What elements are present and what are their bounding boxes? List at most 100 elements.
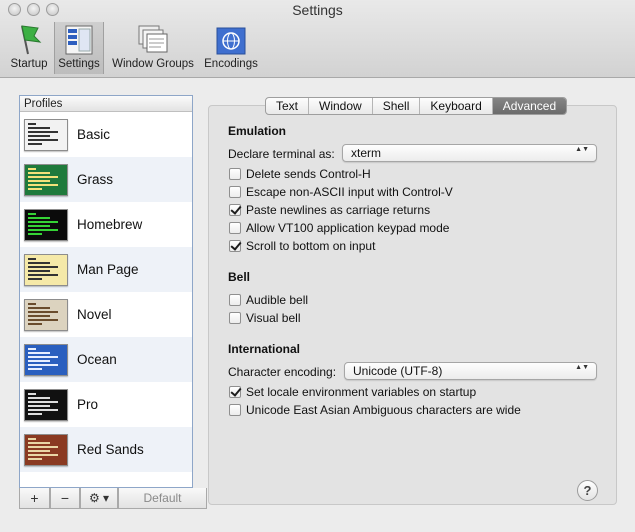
east-asian-wide-option[interactable]: Unicode East Asian Ambiguous characters … xyxy=(229,403,521,417)
profiles-list[interactable]: Profiles Basic Grass Homebrew Man Page Novel… xyxy=(19,95,193,488)
thumbnail-text-line xyxy=(28,126,50,129)
bell-section-title: Bell xyxy=(228,270,251,284)
profile-row[interactable]: Homebrew xyxy=(20,202,192,247)
audible-bell-option[interactable]: Audible bell xyxy=(229,293,308,307)
scroll-to-bottom-option[interactable]: Scroll to bottom on input xyxy=(229,239,375,253)
profile-row[interactable]: Red Sands xyxy=(20,427,192,472)
east-asian-wide-checkbox[interactable] xyxy=(229,404,241,416)
thumbnail-text-line xyxy=(28,392,36,395)
tab-text[interactable]: Text xyxy=(266,98,308,114)
thumbnail-text-line xyxy=(28,351,50,354)
thumbnail-text-line xyxy=(28,232,42,235)
profile-row[interactable]: Pro xyxy=(20,382,192,427)
toolbar-startup-label: Startup xyxy=(10,58,48,70)
audible-bell-checkbox[interactable] xyxy=(229,294,241,306)
window-title: Settings xyxy=(292,2,343,18)
profile-thumbnail xyxy=(24,433,68,466)
add-profile-button[interactable]: + xyxy=(19,488,50,509)
help-button[interactable]: ? xyxy=(577,480,598,501)
profile-thumbnail xyxy=(24,388,68,421)
profiles-button-bar: + − ⚙ ▾ Default xyxy=(19,488,207,509)
toolbar-startup-button[interactable]: Startup xyxy=(6,22,52,74)
thumbnail-text-line xyxy=(28,453,58,456)
startup-flag-icon xyxy=(21,25,42,55)
thumbnail-text-line xyxy=(28,138,58,141)
vt100-keypad-option[interactable]: Allow VT100 application keypad mode xyxy=(229,221,449,235)
escape-non-ascii-checkbox[interactable] xyxy=(229,186,241,198)
popup-arrows-icon: ▲▼ xyxy=(575,364,589,371)
thumbnail-text-line xyxy=(28,318,58,321)
popup-arrows-icon: ▲▼ xyxy=(575,146,589,153)
profile-thumbnail xyxy=(24,163,68,196)
toolbar-window-groups-label: Window Groups xyxy=(112,58,194,70)
profile-row[interactable]: Basic xyxy=(20,112,192,157)
thumbnail-text-line xyxy=(28,261,50,264)
toolbar-settings-button[interactable]: Settings xyxy=(54,22,104,74)
thumbnail-text-line xyxy=(28,269,50,272)
thumbnail-text-line xyxy=(28,363,58,366)
declare-terminal-label: Declare terminal as: xyxy=(228,147,335,161)
emulation-section-title: Emulation xyxy=(228,124,287,138)
tab-advanced[interactable]: Advanced xyxy=(491,98,567,114)
thumbnail-text-line xyxy=(28,457,42,460)
escape-non-ascii-option[interactable]: Escape non-ASCII input with Control-V xyxy=(229,185,453,199)
settings-window-icon xyxy=(65,25,93,55)
profile-row[interactable]: Ocean xyxy=(20,337,192,382)
profile-row[interactable]: Grass xyxy=(20,157,192,202)
remove-profile-button[interactable]: − xyxy=(50,488,80,509)
thumbnail-text-line xyxy=(28,404,50,407)
thumbnail-text-line xyxy=(28,355,58,358)
profile-name: Novel xyxy=(77,307,112,322)
thumbnail-text-line xyxy=(28,449,50,452)
profile-thumbnail xyxy=(24,253,68,286)
delete-sends-control-h-option[interactable]: Delete sends Control-H xyxy=(229,167,371,181)
thumbnail-text-line xyxy=(28,187,42,190)
toolbar-encodings-label: Encodings xyxy=(204,58,258,70)
paste-newlines-option[interactable]: Paste newlines as carriage returns xyxy=(229,203,430,217)
tab-shell[interactable]: Shell xyxy=(371,98,420,114)
thumbnail-text-line xyxy=(28,122,36,125)
visual-bell-label: Visual bell xyxy=(246,311,301,325)
window-groups-icon xyxy=(138,25,168,53)
vt100-keypad-label: Allow VT100 application keypad mode xyxy=(246,221,450,235)
thumbnail-text-line xyxy=(28,175,58,178)
character-encoding-label: Character encoding: xyxy=(228,365,337,379)
paste-newlines-checkbox[interactable] xyxy=(229,204,241,216)
thumbnail-text-line xyxy=(28,142,42,145)
visual-bell-checkbox[interactable] xyxy=(229,312,241,324)
settings-tab-bar: Text Window Shell Keyboard Advanced xyxy=(265,97,568,115)
character-encoding-value: Unicode (UTF-8) xyxy=(353,364,443,378)
thumbnail-text-line xyxy=(28,412,42,415)
thumbnail-text-line xyxy=(28,212,36,215)
profile-name: Homebrew xyxy=(77,217,143,232)
set-locale-option[interactable]: Set locale environment variables on star… xyxy=(229,385,476,399)
thumbnail-text-line xyxy=(28,441,50,444)
vt100-keypad-checkbox[interactable] xyxy=(229,222,241,234)
thumbnail-text-line xyxy=(28,306,50,309)
toolbar-window-groups-button[interactable]: Window Groups xyxy=(108,22,198,74)
toolbar-encodings-button[interactable]: Encodings xyxy=(202,22,260,74)
thumbnail-text-line xyxy=(28,179,50,182)
profile-row[interactable]: Novel xyxy=(20,292,192,337)
thumbnail-text-line xyxy=(28,167,36,170)
thumbnail-text-line xyxy=(28,367,42,370)
paste-newlines-label: Paste newlines as carriage returns xyxy=(246,203,431,217)
profile-actions-gear-button[interactable]: ⚙ ▾ xyxy=(80,488,118,509)
profile-thumbnail xyxy=(24,208,68,241)
thumbnail-text-line xyxy=(28,265,58,268)
default-profile-button[interactable]: Default xyxy=(118,488,207,509)
east-asian-wide-label: Unicode East Asian Ambiguous characters … xyxy=(246,403,521,417)
character-encoding-select[interactable]: Unicode (UTF-8) ▲▼ xyxy=(344,362,597,380)
profile-row[interactable]: Man Page xyxy=(20,247,192,292)
visual-bell-option[interactable]: Visual bell xyxy=(229,311,300,325)
set-locale-checkbox[interactable] xyxy=(229,386,241,398)
tab-keyboard[interactable]: Keyboard xyxy=(419,98,491,114)
delete-sends-control-h-checkbox[interactable] xyxy=(229,168,241,180)
tab-window[interactable]: Window xyxy=(308,98,372,114)
thumbnail-text-line xyxy=(28,396,50,399)
thumbnail-text-line xyxy=(28,322,42,325)
declare-terminal-select[interactable]: xterm ▲▼ xyxy=(342,144,597,162)
set-locale-label: Set locale environment variables on star… xyxy=(246,385,477,399)
scroll-to-bottom-checkbox[interactable] xyxy=(229,240,241,252)
thumbnail-text-line xyxy=(28,171,50,174)
